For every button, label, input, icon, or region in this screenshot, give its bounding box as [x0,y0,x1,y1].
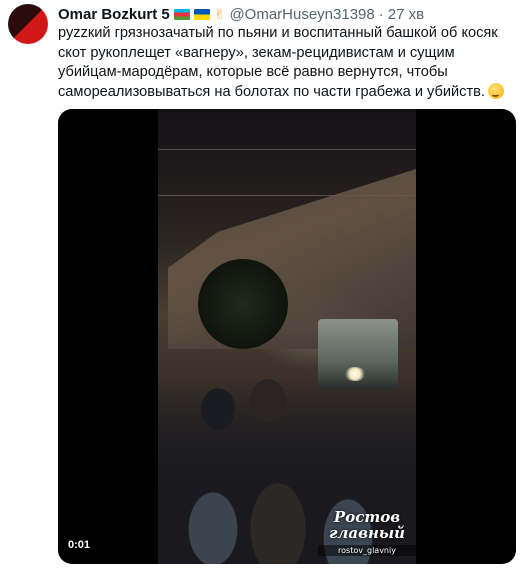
tweet-text-container: руzzкий грязнозачатый по пьяни и воспита… [58,24,520,102]
tweet-header: Omar Bozkurt 5 ✌ @OmarHuseyn31398 · 27 х… [58,4,523,24]
ukraine-flag-icon [193,8,210,20]
video-timecode: 0:01 [68,539,91,551]
watermark-handle: rostov_glavniy [318,545,416,556]
video-player[interactable]: Ростов главный rostov_glavniy 0:01 [58,109,516,564]
tweet-text: руzzкий грязнозачатый по пьяни и воспита… [58,25,498,100]
channel-watermark: Ростов главный rostov_glavniy [318,509,416,556]
azerbaijan-flag-icon [173,8,190,20]
author-handle[interactable]: @OmarHuseyn31398 [229,6,374,23]
timestamp[interactable]: 27 хв [388,6,424,23]
tweet[interactable]: Omar Bozkurt 5 ✌ @OmarHuseyn31398 · 27 х… [0,0,531,573]
thinking-face-icon [487,82,504,99]
watermark-line1: Ростов [333,508,401,526]
avatar[interactable] [8,4,48,44]
separator-dot: · [378,5,384,23]
watermark-line2: главный [328,524,406,542]
author-name[interactable]: Omar Bozkurt 5 [58,6,170,23]
victory-hand-icon: ✌ [213,6,226,22]
tree-shape [198,259,288,349]
overhead-wire [158,149,416,150]
video-frame[interactable]: Ростов главный rostov_glavniy [158,109,416,564]
